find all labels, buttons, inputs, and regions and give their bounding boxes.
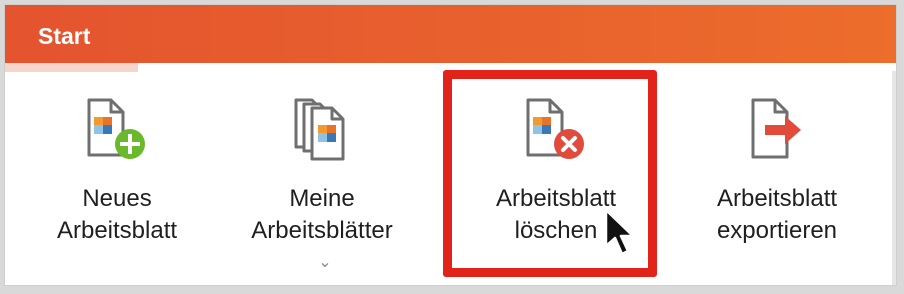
- delete-worksheet-icon: [522, 97, 590, 168]
- export-worksheet-icon: [743, 97, 811, 168]
- my-worksheets-icon: [288, 97, 356, 168]
- export-worksheet-label-line1: Arbeitsblatt: [716, 185, 838, 212]
- my-worksheets-label-line2: Arbeitsblätter: [251, 217, 393, 244]
- app-frame: Start Neues Arbeitsblatt Meine Arbeitsbl…: [4, 4, 897, 286]
- my-worksheets-button[interactable]: Meine Arbeitsblätter ⌄: [217, 71, 427, 281]
- export-worksheet-button[interactable]: Arbeitsblatt exportieren: [687, 71, 867, 281]
- tab-start-label: Start: [38, 23, 91, 49]
- ribbon-bar: [5, 5, 896, 63]
- new-worksheet-label-line1: Neues: [82, 185, 152, 212]
- mouse-pointer-icon: [603, 208, 639, 263]
- export-worksheet-label-line2: exportieren: [716, 217, 838, 244]
- new-worksheet-button[interactable]: Neues Arbeitsblatt: [27, 71, 207, 281]
- scroll-edge: [892, 71, 896, 285]
- new-worksheet-icon: [83, 97, 151, 168]
- my-worksheets-label-line1: Meine: [289, 185, 355, 212]
- new-worksheet-label-line2: Arbeitsblatt: [56, 217, 178, 244]
- chevron-down-icon[interactable]: ⌄: [223, 247, 427, 279]
- tab-start[interactable]: Start: [5, 5, 138, 72]
- ribbon-tools: Neues Arbeitsblatt Meine Arbeitsblätter …: [5, 71, 896, 285]
